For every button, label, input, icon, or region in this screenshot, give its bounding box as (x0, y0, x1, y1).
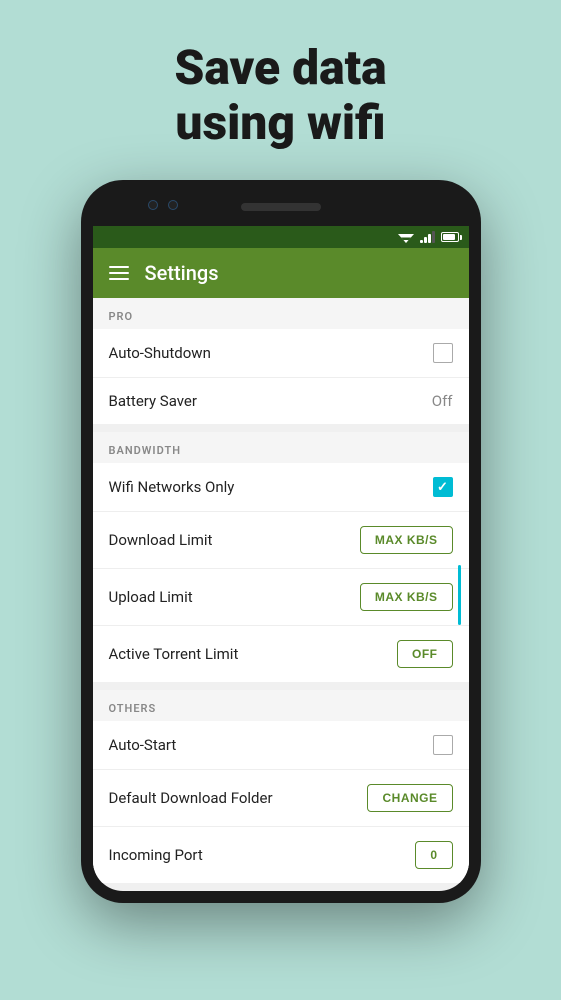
phone-frame: Settings PRO Auto-Shutdown Battery Saver… (81, 180, 481, 903)
section-pro-header: PRO (93, 298, 469, 329)
app-bar: Settings (93, 248, 469, 298)
upload-limit-label: Upload Limit (109, 588, 193, 606)
active-torrent-label: Active Torrent Limit (109, 645, 239, 663)
setting-row-battery-saver[interactable]: Battery Saver Off (93, 378, 469, 424)
setting-row-download-folder: Default Download Folder CHANGE (93, 770, 469, 827)
hero-section: Save data using wifi (0, 0, 561, 180)
app-bar-title: Settings (145, 261, 219, 285)
setting-row-auto-shutdown: Auto-Shutdown (93, 329, 469, 378)
download-limit-label: Download Limit (109, 531, 213, 549)
upload-limit-button[interactable]: MAX KB/S (360, 583, 453, 611)
hamburger-menu-button[interactable] (109, 266, 129, 280)
phone-wrapper: Settings PRO Auto-Shutdown Battery Saver… (0, 180, 561, 903)
active-torrent-button[interactable]: OFF (397, 640, 453, 668)
auto-start-checkbox[interactable] (433, 735, 453, 755)
section-bandwidth: BANDWIDTH Wifi Networks Only Download Li… (93, 432, 469, 682)
wifi-networks-label: Wifi Networks Only (109, 478, 235, 496)
auto-start-label: Auto-Start (109, 736, 177, 754)
download-limit-button[interactable]: MAX KB/S (360, 526, 453, 554)
section-others: OTHERS Auto-Start Default Download Folde… (93, 690, 469, 883)
section-bandwidth-header: BANDWIDTH (93, 432, 469, 463)
setting-row-auto-start: Auto-Start (93, 721, 469, 770)
phone-top-bar (93, 192, 469, 222)
signal-bars (420, 231, 435, 243)
battery-saver-label: Battery Saver (109, 392, 197, 410)
scrollbar-indicator (458, 565, 461, 625)
battery-status-icon (441, 232, 459, 242)
wifi-status-icon (398, 231, 414, 243)
incoming-port-button[interactable]: 0 (415, 841, 452, 869)
section-pro: PRO Auto-Shutdown Battery Saver Off (93, 298, 469, 424)
auto-shutdown-label: Auto-Shutdown (109, 344, 211, 362)
section-others-header: OTHERS (93, 690, 469, 721)
speaker (241, 203, 321, 211)
setting-row-wifi-networks: Wifi Networks Only (93, 463, 469, 512)
hero-title-line2: using wifi (0, 95, 561, 150)
status-bar (93, 226, 469, 248)
camera-dot-1 (148, 200, 158, 210)
setting-row-incoming-port: Incoming Port 0 (93, 827, 469, 883)
incoming-port-label: Incoming Port (109, 846, 203, 864)
camera-dots (148, 200, 178, 210)
phone-screen: Settings PRO Auto-Shutdown Battery Saver… (93, 226, 469, 891)
auto-shutdown-checkbox[interactable] (433, 343, 453, 363)
setting-row-active-torrent: Active Torrent Limit OFF (93, 626, 469, 682)
setting-row-upload-limit: Upload Limit MAX KB/S (93, 569, 469, 626)
setting-row-download-limit: Download Limit MAX KB/S (93, 512, 469, 569)
screen-content: PRO Auto-Shutdown Battery Saver Off BAND… (93, 298, 469, 891)
hero-title-line1: Save data (0, 40, 561, 95)
download-folder-label: Default Download Folder (109, 789, 273, 807)
wifi-networks-checkbox[interactable] (433, 477, 453, 497)
camera-dot-2 (168, 200, 178, 210)
download-folder-button[interactable]: CHANGE (367, 784, 452, 812)
battery-saver-value: Off (432, 392, 453, 410)
